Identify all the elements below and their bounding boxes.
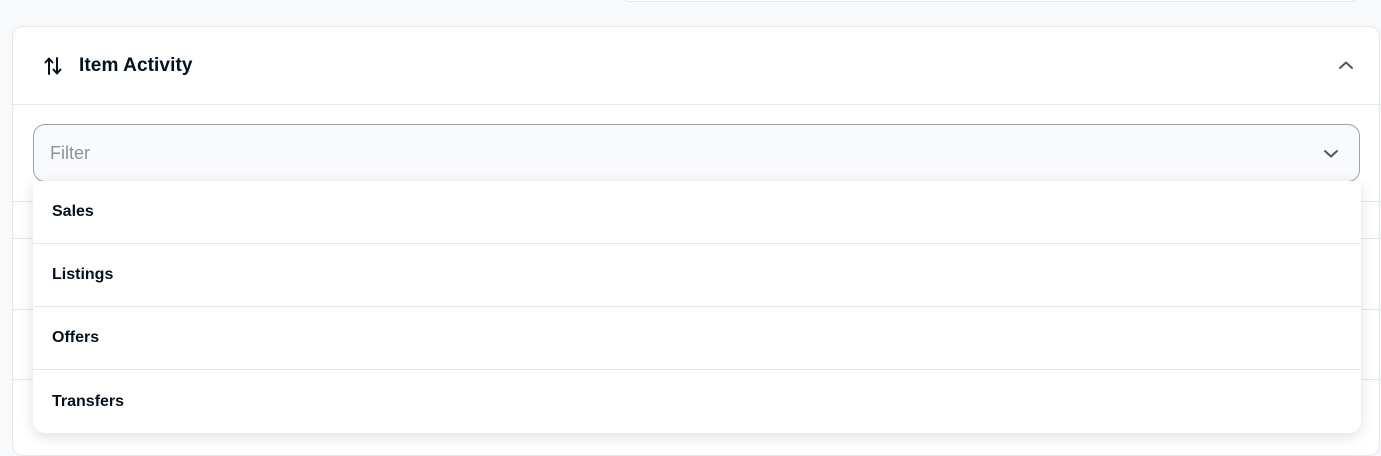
panel-header[interactable]: Item Activity (13, 27, 1379, 105)
filter-dropdown-menu: Sales Listings Offers Transfers (33, 181, 1361, 433)
filter-placeholder: Filter (50, 142, 90, 163)
top-card-edge (620, 0, 1360, 2)
dropdown-option-sales[interactable]: Sales (33, 181, 1361, 244)
chevron-up-icon[interactable] (1333, 52, 1359, 78)
dropdown-option-listings[interactable]: Listings (33, 244, 1361, 307)
dropdown-option-transfers[interactable]: Transfers (33, 370, 1361, 433)
arrows-up-down-icon (41, 54, 65, 78)
chevron-down-icon[interactable] (1319, 142, 1343, 166)
panel-title: Item Activity (79, 54, 193, 76)
filter-select[interactable]: Filter (33, 124, 1360, 182)
dropdown-option-offers[interactable]: Offers (33, 307, 1361, 370)
